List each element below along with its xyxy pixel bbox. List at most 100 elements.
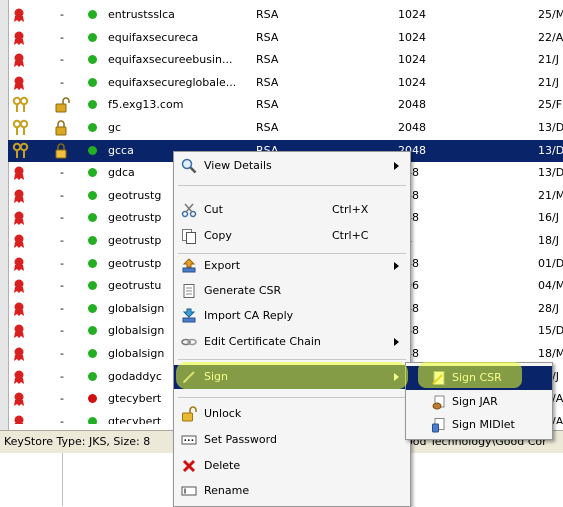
- entry-expiry: 18/J: [538, 234, 559, 247]
- lock-cell: -: [60, 324, 64, 338]
- entry-expiry: 25/M: [538, 8, 563, 21]
- entry-expiry: 13/D: [538, 143, 563, 157]
- status-dot-green-icon: [88, 27, 100, 49]
- password-field-icon: •••: [181, 435, 197, 445]
- submenu-arrow-icon: [394, 262, 399, 270]
- menu-separator: [178, 359, 406, 360]
- certificate-ribbon-icon: [12, 230, 34, 252]
- certificate-ribbon-icon: [12, 298, 34, 320]
- submenu-arrow-icon: [394, 338, 399, 346]
- menu-label: Delete: [204, 459, 241, 472]
- status-keystore-info: KeyStore Type: JKS, Size: 8: [4, 435, 151, 448]
- lock-cell: -: [60, 347, 64, 360]
- table-row[interactable]: - entrustsslca RSA 1024 25/M: [8, 4, 563, 26]
- certificate-ribbon-icon: [12, 411, 34, 424]
- menu-item-unlock[interactable]: Unlock: [174, 402, 410, 426]
- certificate-ribbon-icon: [12, 343, 34, 365]
- entry-expiry: 21/J: [538, 53, 559, 67]
- entry-expiry: 16/J: [538, 211, 559, 225]
- submenu-item-sign-midlet[interactable]: Sign MIDlet: [406, 413, 552, 437]
- entry-expiry: 21/M: [538, 188, 563, 202]
- rename-icon: [181, 486, 197, 496]
- entry-key-size: 2048: [398, 121, 426, 134]
- unlock-icon: [182, 406, 197, 422]
- menu-item-delete[interactable]: Delete: [174, 454, 410, 478]
- copy-icon: [182, 229, 196, 244]
- svg-text:•••: •••: [184, 438, 195, 445]
- menu-item-rename[interactable]: Rename: [174, 479, 410, 503]
- menu-label: Generate CSR: [204, 284, 282, 297]
- status-dot-green-icon: [88, 49, 100, 71]
- entry-algorithm: RSA: [256, 75, 279, 89]
- submenu-item-sign-jar[interactable]: Sign JAR: [406, 390, 552, 414]
- entry-alias: equifaxsecureebusin...: [108, 53, 233, 67]
- menu-label: Import CA Reply: [204, 309, 294, 322]
- submenu-label: Sign JAR: [452, 395, 498, 408]
- table-row[interactable]: - equifaxsecureebusin... RSA 1024 21/J: [8, 49, 563, 71]
- certificate-ribbon-icon: [12, 275, 34, 297]
- menu-item-set-password[interactable]: ••• Set Password: [174, 428, 410, 452]
- menu-label: Set Password: [204, 433, 277, 446]
- table-row[interactable]: - equifaxsecureca RSA 1024 22/A: [8, 27, 563, 49]
- menu-item-sign[interactable]: Sign: [174, 365, 410, 389]
- lock-cell: -: [60, 392, 64, 406]
- status-dot-green-icon: [88, 72, 100, 94]
- menu-item-copy[interactable]: Copy Ctrl+C: [174, 224, 410, 248]
- entry-key-size: 1024: [398, 53, 426, 67]
- entry-expiry: 13/D: [538, 121, 563, 134]
- lock-cell: -: [60, 188, 64, 202]
- lock-cell: -: [60, 53, 64, 67]
- certificate-ribbon-icon: [12, 253, 34, 275]
- menu-item-cut[interactable]: Cut Ctrl+X: [174, 198, 410, 222]
- menu-shortcut: Ctrl+C: [332, 229, 369, 242]
- certificate-ribbon-icon: [12, 388, 34, 410]
- lock-cell: -: [60, 369, 64, 383]
- import-icon: [182, 308, 196, 323]
- menu-item-import-ca-reply[interactable]: Import CA Reply: [174, 304, 410, 328]
- menu-item-export[interactable]: Export: [174, 254, 410, 278]
- menu-label: Export: [204, 259, 241, 272]
- keypair-icon: [12, 140, 34, 162]
- table-row[interactable]: f5.exg13.com RSA 2048 25/F: [8, 94, 563, 116]
- entry-expiry: 13/D: [538, 166, 563, 180]
- chain-icon: [181, 338, 197, 346]
- menu-label: View Details: [204, 159, 272, 172]
- entry-key-size: 1024: [398, 8, 426, 21]
- table-row[interactable]: gc RSA 2048 13/D: [8, 117, 563, 139]
- entry-algorithm: RSA: [256, 53, 279, 67]
- lock-cell: -: [60, 234, 64, 247]
- entry-alias: equifaxsecureca: [108, 30, 199, 44]
- table-row[interactable]: - equifaxsecureglobale... RSA 1024 21/J: [8, 72, 563, 94]
- certificate-ribbon-icon: [12, 185, 34, 207]
- menu-item-edit-certificate-chain[interactable]: Edit Certificate Chain: [174, 330, 410, 354]
- menu-label: Rename: [204, 484, 250, 497]
- lock-cell: -: [60, 256, 64, 270]
- lock-cell: -: [60, 279, 64, 293]
- status-dot-green-icon: [88, 230, 100, 252]
- entry-algorithm: RSA: [256, 30, 279, 44]
- certificate-ribbon-icon: [12, 320, 34, 342]
- submenu-label: Sign MIDlet: [452, 418, 515, 431]
- entry-expiry: 15/D: [538, 324, 563, 338]
- menu-item-generate-csr[interactable]: Generate CSR: [174, 279, 410, 303]
- submenu-item-sign-csr[interactable]: Sign CSR: [406, 366, 552, 390]
- certificate-ribbon-icon: [12, 366, 34, 388]
- status-dot-green-icon: [88, 298, 100, 320]
- lower-divider: [62, 453, 63, 506]
- submenu-label: Sign CSR: [452, 371, 502, 384]
- entry-algorithm: RSA: [256, 8, 279, 21]
- keypair-icon: [12, 117, 34, 139]
- menu-label: Unlock: [204, 407, 242, 420]
- entry-alias: gc: [108, 121, 122, 134]
- status-dot-red-icon: [88, 388, 100, 410]
- status-dot-green-icon: [88, 4, 100, 26]
- submenu-arrow-icon: [394, 162, 399, 170]
- certificate-ribbon-icon: [12, 207, 34, 229]
- menu-item-view-details[interactable]: View Details: [174, 154, 410, 178]
- lock-cell: -: [60, 30, 64, 44]
- entry-expiry: 22/A: [538, 30, 563, 44]
- status-dot-green-icon: [88, 162, 100, 184]
- menu-shortcut: Ctrl+X: [332, 203, 369, 216]
- status-dot-green-icon: [88, 343, 100, 365]
- magnifier-icon: [181, 158, 197, 174]
